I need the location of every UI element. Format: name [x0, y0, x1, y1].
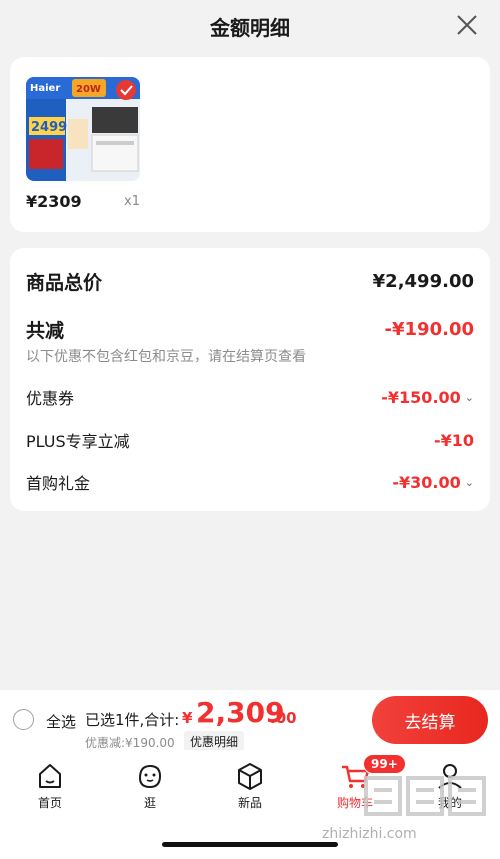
svg-text:20W: 20W	[76, 84, 101, 95]
discount-detail-link[interactable]: 优惠明细	[184, 731, 245, 752]
coupon-value: -¥150.00	[381, 387, 461, 407]
select-all-radio[interactable]	[13, 709, 34, 730]
total-amount-decimal: .00	[270, 709, 297, 727]
plus-discount-label: PLUS专享立减	[26, 432, 130, 451]
tab-new[interactable]: 新品	[210, 760, 290, 816]
checkout-button[interactable]: 去结算	[372, 696, 488, 744]
select-all-label[interactable]: 全选	[46, 711, 76, 732]
currency-symbol: ¥	[182, 709, 193, 727]
plus-discount-value: -¥10	[433, 430, 474, 450]
watermark-logo	[364, 776, 486, 816]
tab-browse[interactable]: 逛	[110, 760, 190, 816]
product-price: ¥2309	[26, 192, 82, 211]
modal-header: 金额明细	[0, 0, 500, 52]
face-icon	[138, 764, 162, 789]
discount-amount: 优惠减:¥190.00	[85, 736, 175, 750]
home-indicator	[162, 842, 338, 847]
first-purchase-row[interactable]: 首购礼金 -¥30.00 ⌄	[26, 470, 474, 494]
svg-text:2499: 2499	[31, 120, 67, 135]
product-card: Haier 20W 2499 ¥2309 x1	[10, 57, 490, 232]
total-reduce-row: 共减 -¥190.00	[26, 316, 474, 343]
total-reduce-label: 共减	[26, 320, 65, 342]
tab-home-label: 首页	[37, 796, 62, 810]
first-purchase-label: 首购礼金	[26, 474, 91, 493]
plus-discount-row: PLUS专享立减 -¥10	[26, 428, 474, 452]
tab-new-label: 新品	[237, 796, 262, 810]
cart-count-badge: 99+	[363, 754, 406, 774]
product-quantity: x1	[124, 194, 140, 209]
tab-home[interactable]: 首页	[10, 760, 90, 816]
goods-total-label: 商品总价	[26, 272, 103, 294]
page-title: 金额明细	[210, 15, 290, 40]
selected-summary: 已选1件,合计:	[85, 711, 180, 729]
watermark-text: zhizhizhi.com	[322, 826, 417, 842]
close-icon[interactable]	[454, 12, 480, 38]
tab-browse-label: 逛	[143, 796, 156, 810]
product-thumbnail[interactable]: Haier 20W 2499	[26, 77, 140, 181]
chevron-down-icon[interactable]: ⌄	[465, 476, 474, 489]
amount-detail-card: 商品总价 ¥2,499.00 共减 -¥190.00 以下优惠不包含红包和京豆，…	[10, 248, 490, 511]
chevron-down-icon[interactable]: ⌄	[465, 391, 474, 404]
discount-note: 以下优惠不包含红包和京豆，请在结算页查看	[26, 349, 306, 365]
brand-logo: Haier	[30, 83, 60, 94]
first-purchase-value: -¥30.00	[392, 472, 461, 492]
box-icon	[238, 763, 262, 790]
goods-total-value: ¥2,499.00	[372, 271, 474, 292]
coupon-label: 优惠券	[26, 389, 75, 408]
checkout-bar: 全选 已选1件,合计: ¥ 2,309 .00 优惠减:¥190.00 优惠明细…	[0, 690, 500, 752]
home-icon	[39, 764, 61, 788]
goods-total-row: 商品总价 ¥2,499.00	[26, 268, 474, 295]
coupon-row[interactable]: 优惠券 -¥150.00 ⌄	[26, 385, 474, 409]
total-reduce-value: -¥190.00	[384, 319, 474, 340]
